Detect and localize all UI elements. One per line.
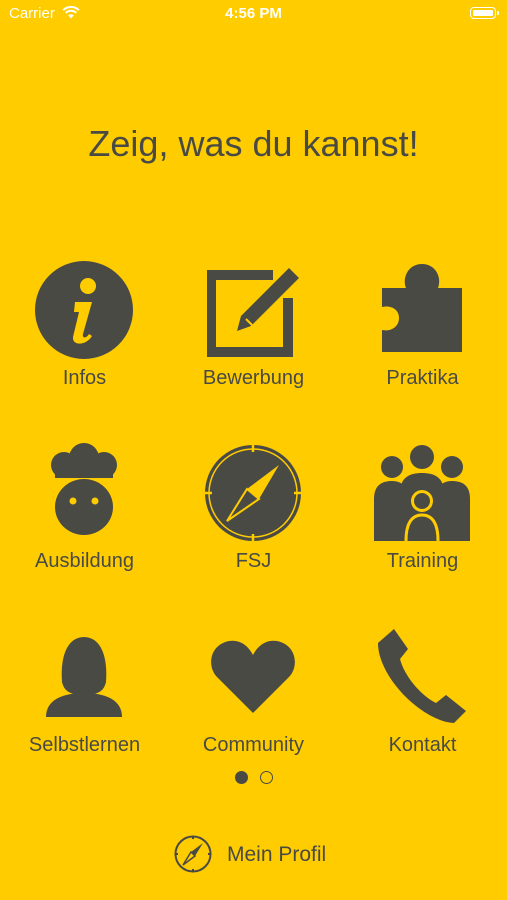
- tile-label: Ausbildung: [35, 550, 134, 572]
- group-icon: [374, 445, 470, 542]
- chef-icon: [51, 443, 117, 535]
- tile-label: Bewerbung: [202, 367, 305, 389]
- info-icon: [35, 261, 133, 359]
- phone-icon: [378, 629, 466, 723]
- tile-kontakt[interactable]: Kontakt: [338, 627, 507, 777]
- tile-label: Infos: [62, 367, 107, 389]
- tile-praktika[interactable]: Praktika: [338, 260, 507, 410]
- menu-grid: Infos Bewerbung Praktika Ausbildung FSJ …: [0, 0, 507, 900]
- tile-fsj[interactable]: FSJ: [169, 443, 338, 593]
- page-indicator: [0, 769, 507, 785]
- profile-label: Mein Profil: [227, 843, 327, 866]
- compass-icon: [205, 445, 301, 541]
- tile-label: Training: [386, 550, 459, 572]
- tile-training[interactable]: Training: [338, 443, 507, 593]
- tile-label: Kontakt: [388, 734, 457, 756]
- tile-label: FSJ: [235, 550, 272, 572]
- tile-selbstlernen[interactable]: Selbstlernen: [0, 627, 169, 777]
- page-dot-inactive[interactable]: [259, 771, 273, 785]
- tile-ausbildung[interactable]: Ausbildung: [0, 443, 169, 593]
- tile-label: Community: [202, 734, 305, 756]
- puzzle-icon: [382, 264, 462, 352]
- person-icon: [46, 637, 122, 717]
- tile-bewerbung[interactable]: Bewerbung: [169, 260, 338, 410]
- tile-community[interactable]: Community: [169, 627, 338, 777]
- tile-label: Selbstlernen: [28, 734, 141, 756]
- tile-infos[interactable]: Infos: [0, 260, 169, 410]
- edit-icon: [207, 268, 299, 357]
- page-dot-active[interactable]: [234, 771, 248, 785]
- compass-icon: [174, 835, 212, 873]
- profile-button[interactable]: Mein Profil: [173, 834, 343, 874]
- heart-icon: [211, 640, 295, 713]
- tile-label: Praktika: [386, 367, 459, 389]
